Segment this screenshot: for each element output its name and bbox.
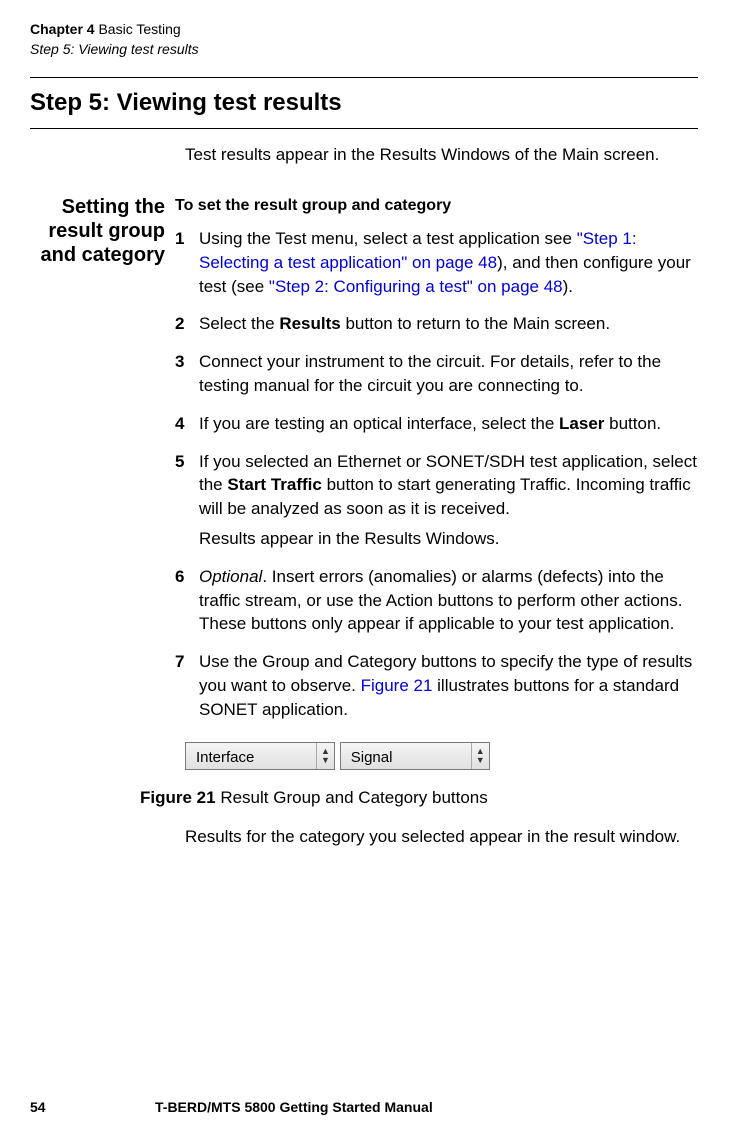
step-2: 2 Select the Results button to return to… [175,312,698,336]
step-body: If you selected an Ethernet or SONET/SDH… [199,450,698,551]
step-number: 3 [175,350,199,398]
step-body: Use the Group and Category buttons to sp… [199,650,698,721]
figure-caption: Figure 21 Result Group and Category butt… [140,786,698,810]
step-number: 1 [175,227,199,298]
step-6: 6 Optional. Insert errors (anomalies) or… [175,565,698,636]
step-text: Select the [199,314,279,333]
step-3: 3 Connect your instrument to the circuit… [175,350,698,398]
results-button-ref: Results [279,314,340,333]
group-dropdown[interactable]: Interface ▲▼ [185,742,335,770]
step-5: 5 If you selected an Ethernet or SONET/S… [175,450,698,551]
optional-label: Optional [199,567,262,586]
step-text: . Insert errors (anomalies) or alarms (d… [199,567,682,634]
sidebar-heading: Setting the result group and category [30,195,175,267]
step-text: button. [604,414,661,433]
step-number: 5 [175,450,199,551]
figure-label: Figure 21 [140,788,216,807]
category-dropdown-label: Signal [341,743,471,769]
step-text: Using the Test menu, select a test appli… [199,229,577,248]
group-dropdown-label: Interface [186,743,316,769]
post-figure-paragraph: Results for the category you selected ap… [185,825,698,849]
category-dropdown[interactable]: Signal ▲▼ [340,742,490,770]
intro-paragraph: Test results appear in the Results Windo… [185,143,698,167]
updown-arrows-icon: ▲▼ [316,743,334,769]
link-figure21[interactable]: Figure 21 [361,676,433,695]
step-text: If you are testing an optical interface,… [199,414,559,433]
updown-arrows-icon: ▲▼ [471,743,489,769]
page-header: Chapter 4 Basic Testing Step 5: Viewing … [30,20,698,59]
step-body: If you are testing an optical interface,… [199,412,698,436]
step-body: Using the Test menu, select a test appli… [199,227,698,298]
step-text: button to return to the Main screen. [341,314,610,333]
step-4: 4 If you are testing an optical interfac… [175,412,698,436]
chapter-title: Basic Testing [98,21,180,37]
step-body: Select the Results button to return to t… [199,312,698,336]
page-footer: 54 T-BERD/MTS 5800 Getting Started Manua… [30,1098,698,1118]
header-step-line: Step 5: Viewing test results [30,40,698,60]
header-divider [30,77,698,78]
figure-caption-text: Result Group and Category buttons [220,788,487,807]
section-title: Step 5: Viewing test results [30,86,698,129]
step-body: Optional. Insert errors (anomalies) or a… [199,565,698,636]
chapter-label: Chapter 4 [30,21,95,37]
step-number: 4 [175,412,199,436]
figure-image: Interface ▲▼ Signal ▲▼ [185,742,698,770]
laser-button-ref: Laser [559,414,604,433]
step-7: 7 Use the Group and Category buttons to … [175,650,698,721]
header-chapter-line: Chapter 4 Basic Testing [30,20,698,40]
step-number: 6 [175,565,199,636]
step-followup: Results appear in the Results Windows. [199,527,698,551]
step-text: ). [563,277,573,296]
link-step2[interactable]: "Step 2: Configuring a test" on page 48 [269,277,563,296]
start-traffic-button-ref: Start Traffic [227,475,321,494]
manual-title: T-BERD/MTS 5800 Getting Started Manual [155,1098,433,1118]
procedure-subhead: To set the result group and category [175,195,698,217]
page-number: 54 [30,1098,155,1118]
step-1: 1 Using the Test menu, select a test app… [175,227,698,298]
step-number: 7 [175,650,199,721]
step-number: 2 [175,312,199,336]
step-body: Connect your instrument to the circuit. … [199,350,698,398]
